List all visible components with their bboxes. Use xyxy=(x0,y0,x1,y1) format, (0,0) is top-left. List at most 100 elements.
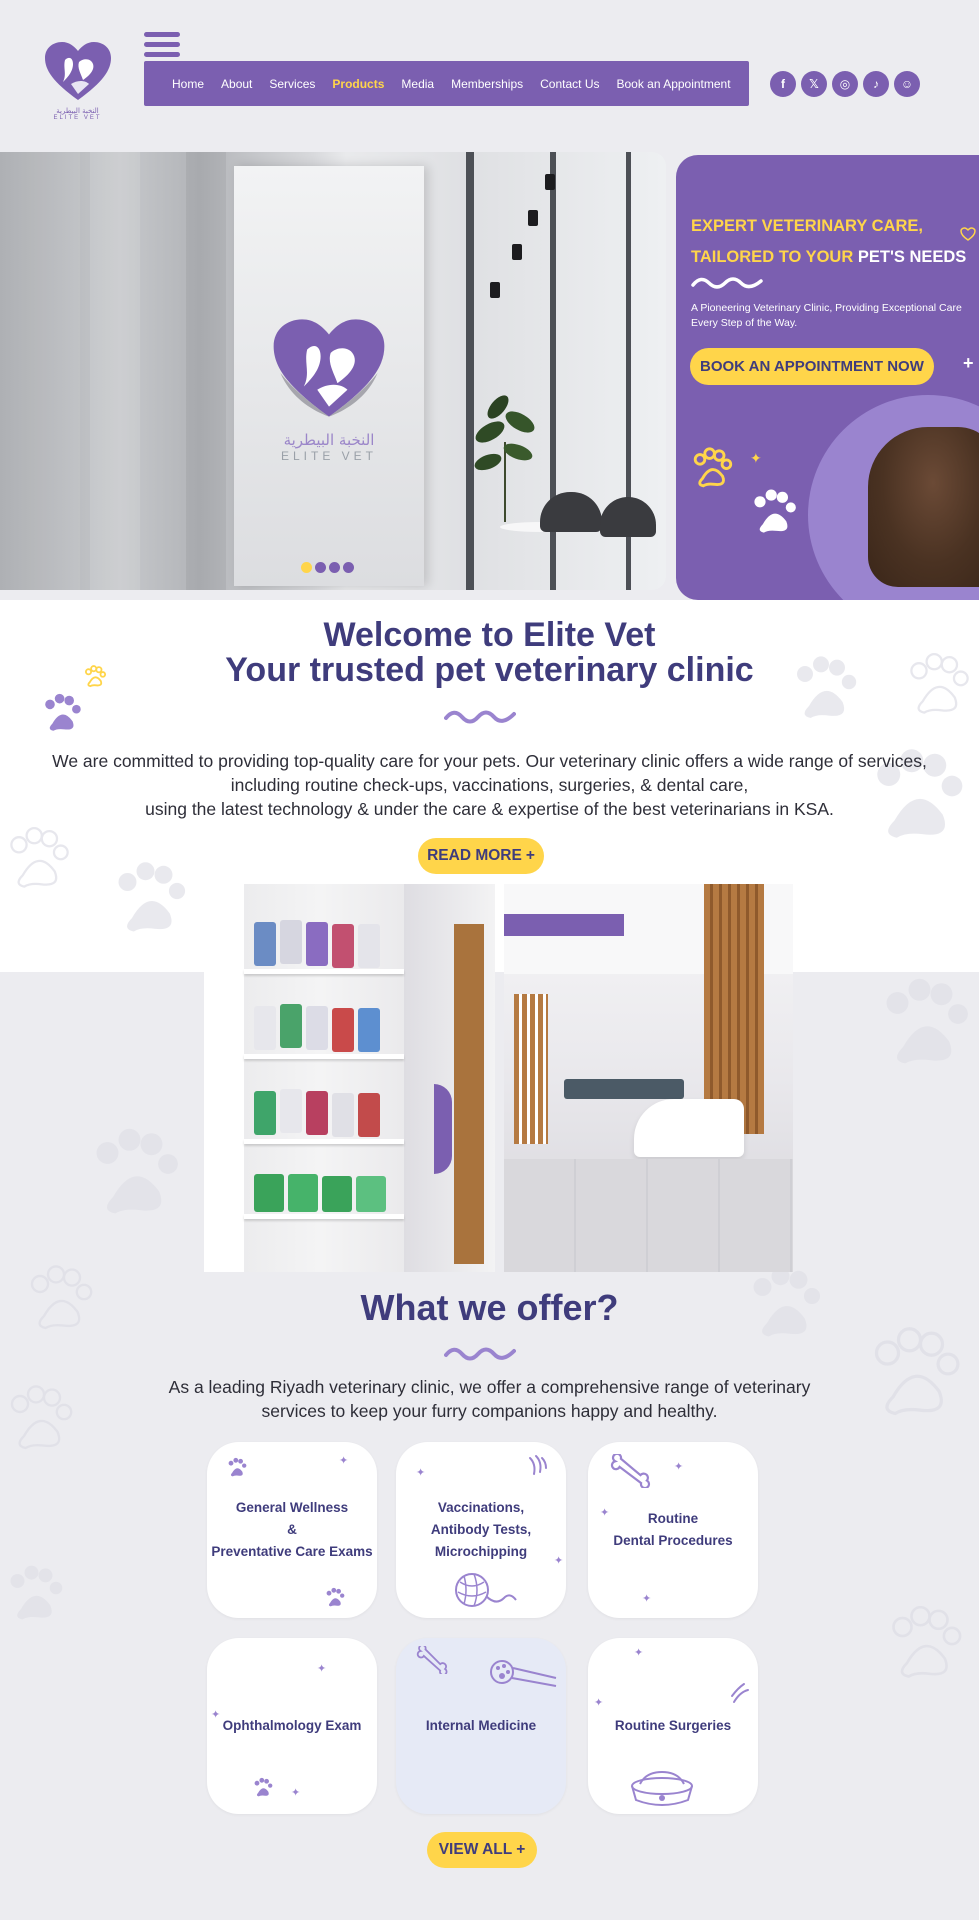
waiting-bench xyxy=(564,1079,684,1099)
view-all-button[interactable]: VIEW ALL + xyxy=(427,1832,537,1868)
sparkle-icon: ✦ xyxy=(594,1697,604,1709)
service-card-label: Routine Surgeries xyxy=(614,1718,732,1733)
shelf xyxy=(244,1054,404,1059)
service-card-ophthalmology[interactable]: Ophthalmology Exam ✦ ✦ ✦ xyxy=(207,1638,377,1814)
wave-divider-icon xyxy=(691,277,763,289)
sparkle-icon: ✦ xyxy=(416,1467,426,1479)
pet-food-bag xyxy=(280,920,302,964)
pet-food-bag xyxy=(358,1008,380,1052)
service-card-label: General Wellness & Preventative Care Exa… xyxy=(211,1500,373,1559)
sparkle-icon: ✦ xyxy=(634,1647,644,1659)
main-nav: Home About Services Products Media Membe… xyxy=(144,61,749,106)
slider-dot-3[interactable] xyxy=(329,562,340,573)
sparkle-icon: ✦ xyxy=(600,1507,610,1519)
pet-food-bag xyxy=(332,1093,354,1137)
wave-divider-icon xyxy=(444,710,516,724)
pet-food-bag xyxy=(254,1091,276,1135)
purple-signage xyxy=(504,914,624,936)
facebook-icon[interactable]: f xyxy=(770,71,796,97)
welcome-title: Welcome to Elite Vet Your trusted pet ve… xyxy=(0,618,979,688)
nav-item-about[interactable]: About xyxy=(221,77,252,91)
wall-logo-arabic: النخبة البيطرية xyxy=(283,431,375,449)
service-card-general-wellness[interactable]: General Wellness & Preventative Care Exa… xyxy=(207,1442,377,1618)
service-card-dental[interactable]: Routine Dental Procedures ✦ ✦ ✦ xyxy=(588,1442,758,1618)
small-heart-icon xyxy=(960,227,976,241)
wall-column xyxy=(204,884,244,1272)
background-paw-icon xyxy=(118,862,186,932)
ceiling-lamp xyxy=(490,282,500,298)
brand-logo[interactable]: النخبة البيطرية ELITE VET xyxy=(40,40,115,125)
welcome-title-line1: Welcome to Elite Vet xyxy=(323,616,656,654)
pet-food-bag xyxy=(358,924,380,968)
shelf xyxy=(244,1214,404,1219)
background-paw-icon xyxy=(886,978,968,1064)
slider-dot-4[interactable] xyxy=(343,562,354,573)
wood-slat-wall xyxy=(704,884,764,1134)
window-frame xyxy=(466,152,474,590)
background-paw-icon xyxy=(10,1565,63,1620)
hero-title-line1: EXPERT VETERINARY CARE, xyxy=(691,217,923,235)
nav-item-services[interactable]: Services xyxy=(269,77,315,91)
slider-dot-2[interactable] xyxy=(315,562,326,573)
slider-dots xyxy=(301,562,354,573)
nav-item-contact-us[interactable]: Contact Us xyxy=(540,77,599,91)
service-card-label: Internal Medicine xyxy=(425,1718,537,1733)
pet-bowl-icon xyxy=(631,1770,693,1806)
hero-slider-image: النخبة البيطرية ELITE VET xyxy=(0,152,666,590)
book-appointment-button[interactable]: BOOK AN APPOINTMENT NOW xyxy=(690,348,934,385)
wall-logo: النخبة البيطرية ELITE VET xyxy=(270,316,388,463)
paw-white-icon xyxy=(754,489,796,533)
wood-panel xyxy=(454,924,484,1264)
reception-desk xyxy=(634,1099,744,1157)
offer-text-line2: services to keep your furry companions h… xyxy=(261,1401,718,1421)
tiktok-icon[interactable]: ♪ xyxy=(863,71,889,97)
nav-item-memberships[interactable]: Memberships xyxy=(451,77,523,91)
wood-partition xyxy=(514,994,548,1144)
offer-title: What we offer? xyxy=(360,1287,619,1328)
slider-dot-1[interactable] xyxy=(301,562,312,573)
snapchat-icon[interactable]: ☺ xyxy=(894,71,920,97)
hero-subtitle: A Pioneering Veterinary Clinic, Providin… xyxy=(691,301,979,331)
pet-food-bag xyxy=(280,1089,302,1133)
service-card-internal-medicine[interactable]: Internal Medicine xyxy=(396,1638,566,1814)
hero-subtitle-line1: A Pioneering Veterinary Clinic, Providin… xyxy=(691,302,962,314)
logo-english-text: ELITE VET xyxy=(53,115,102,121)
plus-icon: + xyxy=(525,847,535,864)
sparkle-icon: ✦ xyxy=(674,1461,684,1473)
nav-item-media[interactable]: Media xyxy=(401,77,434,91)
background-paw-icon xyxy=(10,826,69,888)
x-icon[interactable]: 𝕏 xyxy=(801,71,827,97)
heart-pets-logo-icon xyxy=(44,42,111,100)
book-appointment-label: BOOK AN APPOINTMENT NOW xyxy=(700,358,924,375)
bone-icon xyxy=(610,1454,651,1488)
wall-panel xyxy=(90,152,140,590)
hamburger-menu-icon[interactable] xyxy=(144,32,180,60)
nav-item-products[interactable]: Products xyxy=(332,77,384,91)
paw-outline-icon xyxy=(693,447,733,488)
sparkle-icon: ✦ xyxy=(554,1555,564,1567)
paw-icon xyxy=(254,1777,273,1797)
ceiling-lamp xyxy=(512,244,522,260)
ceiling-lamp xyxy=(528,210,538,226)
welcome-text-line2: including routine check-ups, vaccination… xyxy=(230,775,749,795)
service-card-vaccinations[interactable]: Vaccinations, Antibody Tests, Microchipp… xyxy=(396,1442,566,1618)
instagram-icon[interactable]: ◎ xyxy=(832,71,858,97)
scratch-marks-icon xyxy=(529,1455,547,1475)
wall-panel xyxy=(0,152,80,590)
nav-item-book-appointment[interactable]: Book an Appointment xyxy=(616,77,730,91)
plus-icon: + xyxy=(516,1841,526,1858)
tiled-floor xyxy=(504,1159,793,1272)
background-paw-icon xyxy=(892,1605,962,1678)
paw-icon xyxy=(228,1457,247,1477)
hero-title-line2-yellow: TAILORED TO YOUR xyxy=(691,248,858,266)
service-card-label: Vaccinations, Antibody Tests, Microchipp… xyxy=(430,1500,532,1559)
read-more-button[interactable]: READ MORE + xyxy=(418,838,544,874)
nav-item-home[interactable]: Home xyxy=(172,77,204,91)
sparkle-icon: ✦ xyxy=(750,450,762,466)
logo-arabic-text: النخبة البيطرية xyxy=(56,107,99,115)
pet-food-bag xyxy=(306,1006,328,1050)
service-card-routine-surgeries[interactable]: Routine Surgeries ✦ ✦ xyxy=(588,1638,758,1814)
pet-food-bag xyxy=(332,924,354,968)
pet-food-container xyxy=(322,1176,352,1212)
welcome-description: We are committed to providing top-qualit… xyxy=(0,749,979,821)
